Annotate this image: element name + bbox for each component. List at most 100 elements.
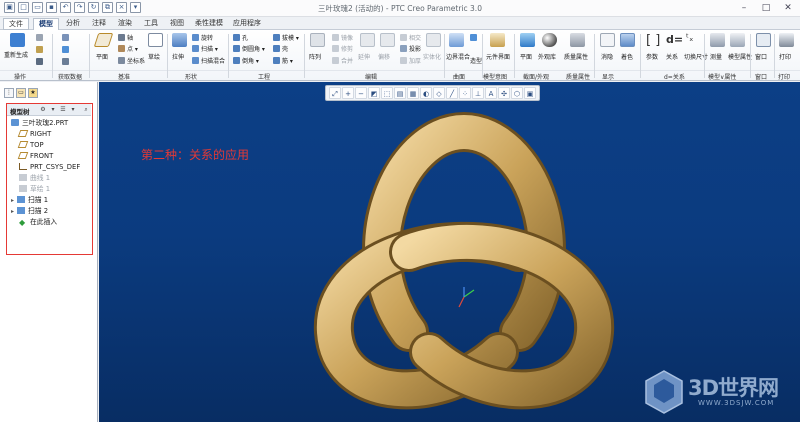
view-manager-icon[interactable]: ▦ [407, 87, 419, 99]
hidden-line-icon[interactable] [600, 33, 615, 47]
solidify-icon[interactable] [426, 33, 441, 47]
tree-item-insert-here[interactable]: ◆ 在此插入 [19, 217, 57, 227]
measure-icon[interactable] [710, 33, 725, 47]
datum-points-toggle-icon[interactable]: ⁘ [459, 87, 471, 99]
shading-button[interactable]: 着色 [621, 52, 633, 61]
tab-render[interactable]: 渲染 [114, 18, 136, 30]
merge-button[interactable]: 合并 [332, 56, 353, 65]
display-style-icon[interactable]: ◐ [420, 87, 432, 99]
round-button[interactable]: 倒圆角 ▾ [233, 44, 265, 53]
tab-annotate[interactable]: 注释 [88, 18, 110, 30]
tree-item-curve[interactable]: 曲线 1 [19, 173, 50, 183]
mass-props-icon[interactable] [570, 33, 585, 47]
extrude-button[interactable]: 拉伸 [172, 52, 184, 61]
boundary-blend-button[interactable]: 边界混合 [446, 52, 470, 61]
appearance-lib-icon[interactable] [542, 33, 557, 47]
refit-icon[interactable]: ⤢ [329, 87, 341, 99]
datum-planes-toggle-icon[interactable]: ◇ [433, 87, 445, 99]
measure-button[interactable]: 测量 [710, 52, 722, 61]
window-icon[interactable] [756, 33, 771, 47]
plane-section-button[interactable]: 平面 [520, 52, 532, 61]
reorient-icon[interactable]: ⬚ [381, 87, 393, 99]
component-interface-button[interactable]: 元件界面 [486, 52, 510, 61]
tab-analysis[interactable]: 分析 [62, 18, 84, 30]
mirror-button[interactable]: 镜像 [332, 33, 353, 42]
annotations-toggle-icon[interactable]: A [485, 87, 497, 99]
model-properties-icon[interactable] [730, 33, 745, 47]
boundary-blend-icon[interactable] [449, 33, 464, 47]
print-button[interactable]: 打印 [779, 52, 791, 61]
pattern-icon[interactable] [310, 33, 325, 47]
offset-button[interactable]: 偏移 [378, 52, 390, 61]
tree-show-dropdown-icon[interactable]: ▾ [69, 106, 77, 114]
tree-item-sweep-2[interactable]: ▸ 扫描 2 [11, 206, 48, 216]
pattern-button[interactable]: 阵列 [309, 52, 321, 61]
relations-button[interactable]: 关系 [666, 52, 678, 61]
tree-item-csys[interactable]: PRT_CSYS_DEF [19, 162, 80, 172]
window-button[interactable]: 窗口 [755, 52, 767, 61]
relations-icon[interactable]: d= [666, 33, 683, 46]
plane-section-icon[interactable] [520, 33, 535, 47]
switch-dims-icon[interactable]: ᵗₓ [686, 33, 693, 44]
tree-item-part[interactable]: 三叶玫瑰2.PRT [11, 118, 68, 128]
extend-button[interactable]: 延伸 [358, 52, 370, 61]
regenerate-big-icon[interactable] [10, 33, 25, 47]
tree-show-icon[interactable]: ☰ [59, 106, 67, 114]
delete-icon[interactable] [36, 58, 45, 66]
paste-icon[interactable] [36, 46, 45, 54]
csys-toggle-icon[interactable]: ⊥ [472, 87, 484, 99]
swept-blend-button[interactable]: 扫描混合 [192, 56, 225, 65]
sketch-button[interactable]: 草绘 [148, 52, 160, 61]
mass-props-button[interactable]: 质量属性 [564, 52, 588, 61]
draft-button[interactable]: 拔模 ▾ [273, 33, 299, 42]
params-button[interactable]: 参数 [646, 52, 658, 61]
tree-item-sweep-1[interactable]: ▸ 扫描 1 [11, 195, 48, 205]
tab-view[interactable]: 视图 [166, 18, 188, 30]
zoom-out-icon[interactable]: − [355, 87, 367, 99]
trim-button[interactable]: 修剪 [332, 44, 353, 53]
plane-button[interactable]: 平面 [96, 52, 108, 61]
sketch-icon[interactable] [148, 33, 163, 47]
component-interface-icon[interactable] [490, 33, 505, 47]
tab-applications[interactable]: 应用程序 [230, 18, 264, 30]
graphics-viewport[interactable]: ⤢ + − ◩ ⬚ ▤ ▦ ◐ ◇ ╱ ⁘ ⊥ A ✣ ⬡ ▣ 第二种：关系的应… [99, 82, 800, 422]
print-icon[interactable] [779, 33, 794, 47]
thicken-button[interactable]: 加厚 [400, 56, 421, 65]
intersect-button[interactable]: 相交 [400, 33, 421, 42]
tree-item-top[interactable]: TOP [17, 140, 44, 150]
folder-browser-tab-icon[interactable]: ▭ [16, 88, 26, 98]
tab-file[interactable]: 文件 [3, 18, 29, 30]
maximize-icon[interactable]: □ [758, 1, 774, 15]
perspective-icon[interactable]: ⬡ [511, 87, 523, 99]
copy-icon[interactable] [36, 34, 45, 42]
chamfer-button[interactable]: 倒角 ▾ [233, 56, 259, 65]
tab-tools[interactable]: 工具 [140, 18, 162, 30]
csys-button[interactable]: 坐标系 [118, 56, 145, 65]
tree-settings-icon[interactable]: ⚙ [39, 106, 47, 114]
tree-item-sketch[interactable]: 草绘 1 [19, 184, 50, 194]
saved-views-icon[interactable]: ▤ [394, 87, 406, 99]
model-tree-tab-icon[interactable]: ⋮ [4, 88, 14, 98]
shell-button[interactable]: 壳 [273, 44, 288, 53]
tree-dropdown-icon[interactable]: ▾ [49, 106, 57, 114]
shading-icon[interactable] [620, 33, 635, 47]
tree-search-icon[interactable]: ⌕ [82, 106, 90, 114]
style-label-button[interactable]: 造型 [470, 56, 482, 65]
hole-button[interactable]: 孔 [233, 33, 248, 42]
project-button[interactable]: 投影 [400, 44, 421, 53]
minimize-icon[interactable]: – [736, 1, 752, 15]
datum-axes-toggle-icon[interactable]: ╱ [446, 87, 458, 99]
hidden-button[interactable]: 消隐 [601, 52, 613, 61]
model-properties-button[interactable]: 模型属性 [728, 52, 752, 61]
offset-icon[interactable] [380, 33, 395, 47]
solidify-button[interactable]: 实体化 [423, 52, 441, 61]
get-data-icon-1[interactable] [62, 34, 71, 42]
favorites-tab-icon[interactable]: ★ [28, 88, 38, 98]
point-button[interactable]: 点 ▾ [118, 44, 138, 53]
spin-center-icon[interactable]: ✣ [498, 87, 510, 99]
trefoil-knot-model[interactable] [289, 102, 639, 422]
section-view-icon[interactable]: ▣ [524, 87, 536, 99]
close-icon[interactable]: ✕ [780, 1, 796, 15]
style-button[interactable] [470, 34, 479, 42]
regenerate-button[interactable]: 重新生成 [4, 50, 28, 59]
